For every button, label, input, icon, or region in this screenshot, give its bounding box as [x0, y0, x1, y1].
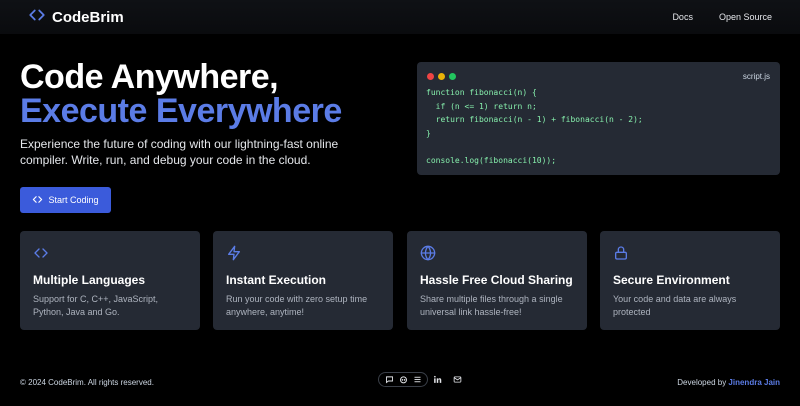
nav-docs-link[interactable]: Docs [672, 12, 693, 22]
feature-description: Your code and data are always protected [613, 294, 737, 317]
close-dot [427, 73, 434, 80]
hero-title-line1: Code Anywhere, [20, 58, 279, 96]
code-icon [32, 194, 43, 207]
top-navbar: CodeBrim Docs Open Source [0, 0, 800, 34]
reddit-icon[interactable] [398, 375, 408, 385]
editor-filename: script.js [742, 72, 770, 81]
feature-description: Share multiple files through a single un… [420, 294, 563, 317]
maximize-dot [449, 73, 456, 80]
window-dots [427, 73, 456, 80]
code-snippet: function fibonacci(n) { if (n <= 1) retu… [426, 88, 643, 165]
minimize-dot [438, 73, 445, 80]
feature-card-execution: Instant Execution Run your code with zer… [213, 231, 393, 330]
code-icon [28, 6, 46, 29]
copyright-text: © 2024 CodeBrim. All rights reserved. [20, 377, 154, 387]
developed-by: Developed by Jinendra Jain [677, 378, 780, 387]
feature-description: Run your code with zero setup time anywh… [226, 294, 368, 317]
nav-links: Docs Open Source [672, 12, 772, 22]
mail-icon[interactable] [452, 375, 462, 385]
feature-card-sharing: Hassle Free Cloud Sharing Share multiple… [407, 231, 587, 330]
feature-title: Secure Environment [613, 273, 730, 287]
developed-by-label: Developed by [677, 377, 727, 387]
hero-title-line2: Execute Everywhere [20, 92, 342, 130]
start-coding-label: Start Coding [48, 195, 99, 205]
developer-link[interactable]: Jinendra Jain [728, 378, 780, 387]
feature-title: Multiple Languages [33, 273, 146, 287]
code-icon [33, 245, 187, 261]
hero-description: Experience the future of coding with our… [20, 137, 339, 167]
start-coding-button[interactable]: Start Coding [20, 187, 111, 213]
feature-card-languages: Multiple Languages Support for C, C++, J… [20, 231, 200, 330]
feature-cards: Multiple Languages Support for C, C++, J… [20, 231, 780, 330]
social-pill [378, 372, 428, 387]
hero-title: Code Anywhere, Execute Everywhere [20, 60, 342, 128]
social-links [378, 372, 462, 387]
nav-open-source-link[interactable]: Open Source [719, 12, 772, 22]
lock-icon [613, 245, 767, 261]
brand-logo[interactable]: CodeBrim [28, 6, 124, 29]
feature-title: Instant Execution [226, 273, 327, 287]
globe-icon [420, 245, 574, 261]
lightning-icon [226, 245, 380, 261]
brand-name: CodeBrim [52, 8, 124, 26]
linkedin-icon[interactable] [432, 375, 442, 385]
feature-title: Hassle Free Cloud Sharing [420, 273, 573, 287]
menu-icon[interactable] [412, 375, 422, 385]
chat-icon[interactable] [384, 375, 394, 385]
code-editor-preview: script.js function fibonacci(n) { if (n … [417, 62, 780, 175]
feature-description: Support for C, C++, JavaScript, Python, … [33, 294, 159, 317]
feature-card-security: Secure Environment Your code and data ar… [600, 231, 780, 330]
